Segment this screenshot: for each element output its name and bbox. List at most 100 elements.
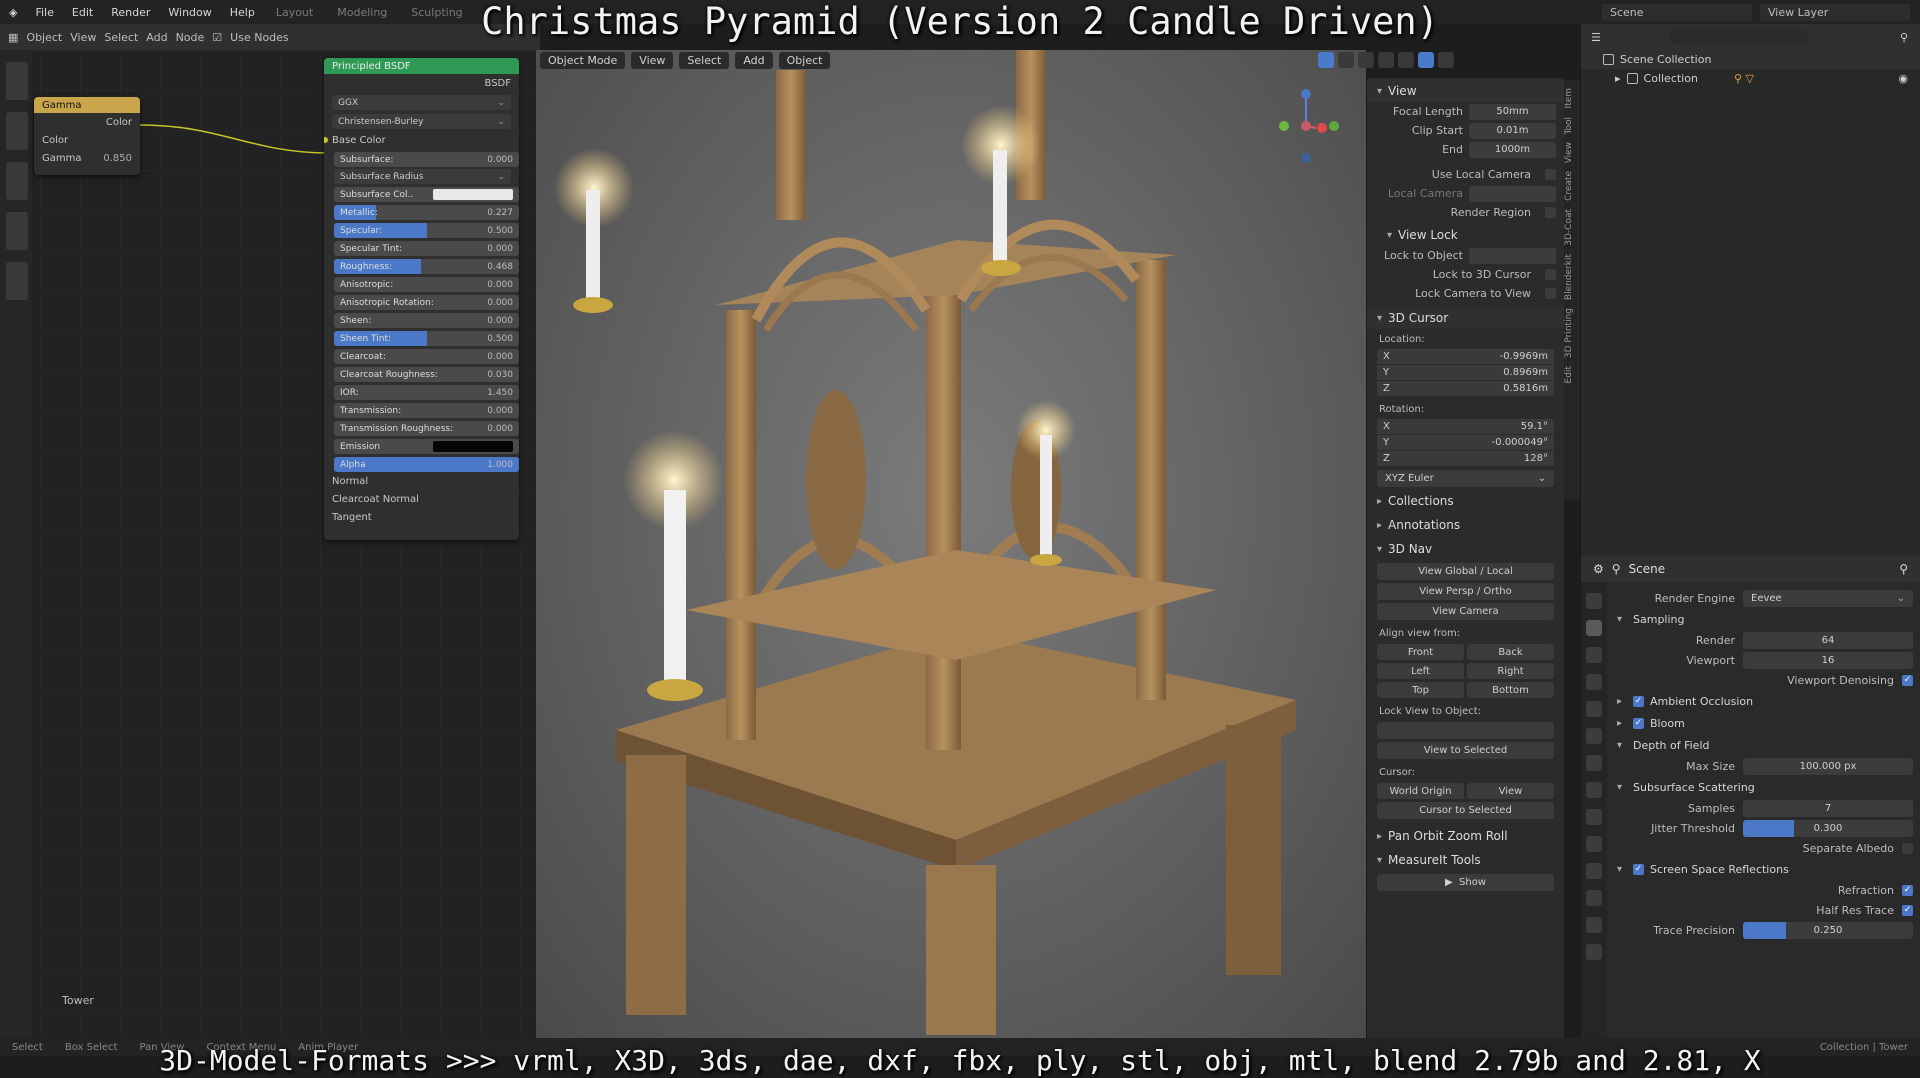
world-origin-button[interactable]: World Origin <box>1377 783 1464 799</box>
max-size-field[interactable]: 100.000 px <box>1743 757 1913 775</box>
use-local-camera-checkbox[interactable] <box>1545 169 1556 180</box>
data-tab-icon[interactable] <box>1586 890 1602 906</box>
distribution-dropdown[interactable]: GGX <box>332 95 511 110</box>
sidebar-tab-tool[interactable]: Tool <box>1564 117 1574 134</box>
rot-x-value[interactable]: 59.1° <box>1521 421 1548 432</box>
view-layer-tab-icon[interactable] <box>1586 674 1602 690</box>
visibility-eye-icon[interactable]: ◉ <box>1898 72 1908 85</box>
sidebar-tab-create[interactable]: Create <box>1564 171 1574 201</box>
align-front-button[interactable]: Front <box>1377 644 1464 660</box>
outliner-scene-collection[interactable]: Scene Collection <box>1581 50 1920 69</box>
ao-checkbox[interactable]: ✓ <box>1633 695 1644 707</box>
viewport-menu-object[interactable]: Object <box>778 52 831 69</box>
bsdf-input-sheen[interactable]: Sheen: 0.000 <box>334 313 519 328</box>
lock-to-cursor-checkbox[interactable] <box>1545 269 1556 280</box>
scene-tab-icon[interactable] <box>1586 701 1602 717</box>
bsdf-input-clearcoat[interactable]: Clearcoat: 0.000 <box>334 349 519 364</box>
object-tab-icon[interactable] <box>1586 755 1602 771</box>
subsurface-method-dropdown[interactable]: Christensen-Burley <box>332 114 511 129</box>
bsdf-input-anisotropic-rotation[interactable]: Anisotropic Rotation: 0.000 <box>334 295 519 310</box>
physics-tab-icon[interactable] <box>1586 836 1602 852</box>
gamma-value-field[interactable]: Gamma 0.850 <box>34 149 140 167</box>
3d-nav-header[interactable]: 3D Nav <box>1367 538 1564 560</box>
cursor-rotation-vector[interactable]: X 59.1° Y -0.000049° Z 128° <box>1377 419 1554 467</box>
gizmo-toggle-icon[interactable] <box>1318 52 1334 68</box>
sidebar-tab-3dcoat[interactable]: 3D-Coat <box>1564 209 1574 246</box>
bsdf-input-ior[interactable]: IOR: 1.450 <box>334 385 519 400</box>
rot-z-value[interactable]: 128° <box>1524 453 1548 464</box>
refraction-checkbox[interactable]: ✓ <box>1902 884 1913 896</box>
material-preview-shading-icon[interactable] <box>1418 52 1434 68</box>
local-camera-field[interactable] <box>1469 185 1556 202</box>
bsdf-input-roughness[interactable]: Roughness: 0.468 <box>334 259 519 274</box>
outliner-collection-row[interactable]: ▸ Collection ⚲ ▽ ◉ <box>1581 69 1920 88</box>
material-tab-icon[interactable] <box>1586 917 1602 933</box>
view-global-local-button[interactable]: View Global / Local <box>1377 563 1554 580</box>
viewport-menu-add[interactable]: Add <box>735 52 773 69</box>
cursor-to-selected-button[interactable]: Cursor to Selected <box>1377 802 1554 819</box>
object-mode-dropdown[interactable]: Object Mode <box>540 52 626 69</box>
pan-orbit-header[interactable]: Pan Orbit Zoom Roll <box>1367 825 1564 847</box>
trace-precision-slider[interactable]: 0.250 <box>1743 921 1913 939</box>
texture-tab-icon[interactable] <box>1586 944 1602 960</box>
bloom-checkbox[interactable]: ✓ <box>1633 717 1644 729</box>
navigation-gizmo[interactable] <box>1272 84 1342 164</box>
bsdf-input-subsurface-col[interactable]: Subsurface Col.. <box>334 187 519 202</box>
bsdf-input-emission[interactable]: Emission <box>334 439 519 454</box>
sidebar-tab-view[interactable]: View <box>1564 142 1574 163</box>
view-to-selected-button[interactable]: View to Selected <box>1377 742 1554 759</box>
measureit-show-button[interactable]: ▶ Show <box>1377 874 1554 891</box>
clip-start-field[interactable]: 0.01m <box>1469 122 1556 139</box>
viewport-denoising-checkbox[interactable]: ✓ <box>1902 674 1913 686</box>
sidebar-tab-blenderkit[interactable]: Blenderkit <box>1564 254 1574 300</box>
view-persp-ortho-button[interactable]: View Persp / Ortho <box>1377 583 1554 600</box>
collections-header[interactable]: Collections <box>1367 490 1564 512</box>
bsdf-input-metallic[interactable]: Metallic: 0.227 <box>334 205 519 220</box>
constraints-tab-icon[interactable] <box>1586 863 1602 879</box>
wireframe-shading-icon[interactable] <box>1378 52 1394 68</box>
pin-icon[interactable]: ⚲ <box>1899 562 1908 576</box>
particles-tab-icon[interactable] <box>1586 809 1602 825</box>
view-camera-button[interactable]: View Camera <box>1377 603 1554 620</box>
bsdf-input-transmission-roughness[interactable]: Transmission Roughness: 0.000 <box>334 421 519 436</box>
output-tab-icon[interactable] <box>1586 647 1602 663</box>
rot-y-value[interactable]: -0.000049° <box>1492 437 1548 448</box>
align-bottom-button[interactable]: Bottom <box>1467 682 1554 698</box>
measureit-header[interactable]: MeasureIt Tools <box>1367 849 1564 871</box>
3d-viewport[interactable] <box>536 50 1366 1038</box>
render-tab-icon[interactable] <box>1586 620 1602 636</box>
clip-end-field[interactable]: 1000m <box>1469 141 1556 158</box>
sss-header[interactable]: ▾ Subsurface Scattering <box>1607 776 1920 798</box>
bsdf-input-anisotropic[interactable]: Anisotropic: 0.000 <box>334 277 519 292</box>
render-samples-field[interactable]: 64 <box>1743 631 1913 649</box>
lock-camera-checkbox[interactable] <box>1545 288 1556 299</box>
rotation-mode-dropdown[interactable]: XYZ Euler ⌄ <box>1377 470 1554 487</box>
half-res-checkbox[interactable]: ✓ <box>1902 904 1913 916</box>
collection-checkbox-icon[interactable] <box>1626 73 1638 84</box>
view-section-header[interactable]: View <box>1367 80 1564 102</box>
cursor-view-button[interactable]: View <box>1467 783 1554 799</box>
ssr-checkbox[interactable]: ✓ <box>1633 863 1644 875</box>
3d-cursor-header[interactable]: 3D Cursor <box>1367 307 1564 329</box>
align-top-button[interactable]: Top <box>1377 682 1464 698</box>
sidebar-tab-3dprinting[interactable]: 3D Printing <box>1564 308 1574 358</box>
loc-x-value[interactable]: -0.9969m <box>1500 351 1548 362</box>
xray-toggle-icon[interactable] <box>1358 52 1374 68</box>
bsdf-input-sheen-tint[interactable]: Sheen Tint: 0.500 <box>334 331 519 346</box>
rendered-shading-icon[interactable] <box>1438 52 1454 68</box>
sidebar-tab-edit[interactable]: Edit <box>1564 366 1574 383</box>
lock-to-object-field[interactable] <box>1469 247 1556 264</box>
subsurface-radius-dropdown[interactable]: Subsurface Radius <box>334 169 511 184</box>
solid-shading-icon[interactable] <box>1398 52 1414 68</box>
lock-view-object-field[interactable] <box>1377 722 1554 739</box>
viewport-samples-field[interactable]: 16 <box>1743 651 1913 669</box>
dof-header[interactable]: ▾ Depth of Field <box>1607 734 1920 756</box>
align-right-button[interactable]: Right <box>1467 663 1554 679</box>
tool-tab-icon[interactable] <box>1586 593 1602 609</box>
cursor-location-vector[interactable]: X -0.9969m Y 0.8969m Z 0.5816m <box>1377 349 1554 397</box>
viewport-menu-view[interactable]: View <box>631 52 674 69</box>
focal-length-field[interactable]: 50mm <box>1469 103 1556 120</box>
modifier-tab-icon[interactable] <box>1586 782 1602 798</box>
render-region-checkbox[interactable] <box>1545 207 1556 218</box>
bsdf-input-clearcoat-roughness[interactable]: Clearcoat Roughness: 0.030 <box>334 367 519 382</box>
